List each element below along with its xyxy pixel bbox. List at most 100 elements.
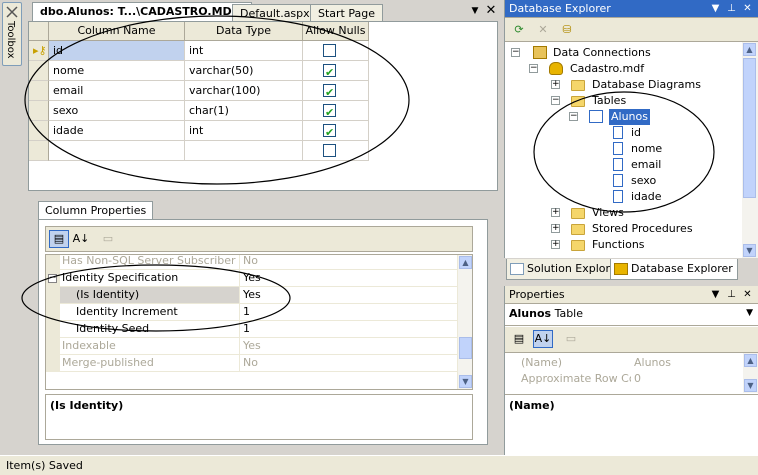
row-gutter: [46, 338, 60, 355]
column-name-cell[interactable]: email: [49, 81, 185, 101]
collapse-icon[interactable]: −: [551, 96, 560, 105]
tab-solution-explorer[interactable]: Solution Explorer: [506, 259, 627, 280]
data-type-cell[interactable]: char(1): [185, 101, 303, 121]
collapse-icon[interactable]: −: [48, 274, 57, 283]
properties-scrollbar[interactable]: ▲ ▼: [743, 353, 758, 393]
tab-label: Start Page: [318, 7, 375, 20]
property-row[interactable]: Has Non-SQL Server Subscriber No: [46, 255, 462, 270]
table-row[interactable]: sexo char(1): [29, 101, 369, 122]
connect-to-database-icon[interactable]: ⛁: [557, 21, 577, 39]
table-row[interactable]: [29, 141, 369, 161]
object-type: Table: [554, 307, 584, 320]
property-row[interactable]: (Name) Alunos: [505, 355, 743, 371]
close-icon[interactable]: ✕: [741, 288, 754, 301]
allow-nulls-cell: [303, 81, 369, 102]
allow-nulls-checkbox[interactable]: [323, 44, 336, 57]
property-value: No: [240, 355, 462, 372]
row-selector[interactable]: [29, 101, 49, 121]
property-value[interactable]: 1: [240, 321, 462, 338]
object-selector[interactable]: Alunos Table ▼: [505, 304, 758, 326]
property-row[interactable]: − Identity Specification Yes: [46, 270, 462, 287]
alphabetical-sort-icon[interactable]: A↓: [533, 330, 553, 348]
data-type-cell[interactable]: int: [185, 121, 303, 141]
row-selector[interactable]: [29, 141, 49, 161]
property-row[interactable]: Identity Seed 1: [46, 321, 462, 338]
property-value[interactable]: 1: [240, 304, 462, 321]
expand-icon[interactable]: +: [551, 224, 560, 233]
close-document-icon[interactable]: ✕: [484, 4, 498, 18]
expand-icon[interactable]: +: [551, 208, 560, 217]
alphabetical-sort-icon[interactable]: A↓: [71, 230, 91, 248]
dropdown-arrow-icon[interactable]: ▼: [746, 308, 753, 318]
categorized-icon[interactable]: ▤: [49, 230, 69, 248]
window-position-icon[interactable]: ▼: [709, 288, 722, 301]
tab-column-properties[interactable]: Column Properties: [38, 201, 154, 220]
property-value[interactable]: Yes: [240, 287, 462, 304]
toolbox-icon: [6, 6, 18, 18]
scroll-up-icon[interactable]: ▲: [744, 354, 757, 367]
allow-nulls-checkbox[interactable]: [323, 63, 336, 82]
column-name-cell[interactable]: sexo: [49, 101, 185, 121]
row-selector[interactable]: [29, 61, 49, 81]
column-name-cell[interactable]: nome: [49, 61, 185, 81]
property-row[interactable]: Merge-published No: [46, 355, 462, 372]
collapse-icon[interactable]: −: [529, 64, 538, 73]
column-name-cell[interactable]: idade: [49, 121, 185, 141]
row-gutter: [46, 255, 60, 270]
tab-database-explorer[interactable]: Database Explorer: [610, 259, 738, 280]
tab-list-arrow-icon[interactable]: ▼: [468, 4, 482, 18]
data-type-cell[interactable]: int: [185, 41, 303, 61]
scroll-thumb[interactable]: [743, 58, 756, 198]
column-name-cell[interactable]: [49, 141, 185, 161]
property-pages-icon[interactable]: ▭: [561, 330, 581, 348]
expand-icon[interactable]: +: [551, 240, 560, 249]
tab-default-aspx[interactable]: Default.aspx: [232, 4, 318, 22]
scroll-down-icon[interactable]: ▼: [744, 379, 757, 392]
allow-nulls-checkbox[interactable]: [323, 123, 336, 142]
property-scrollbar[interactable]: ▲ ▼: [457, 255, 472, 389]
allow-nulls-checkbox[interactable]: [323, 144, 336, 157]
collapse-icon[interactable]: −: [511, 48, 520, 57]
scroll-down-icon[interactable]: ▼: [459, 375, 472, 388]
row-selector[interactable]: ▸⚷: [29, 41, 49, 61]
window-position-icon[interactable]: ▼: [709, 2, 722, 15]
allow-nulls-checkbox[interactable]: [323, 103, 336, 122]
column-name-cell[interactable]: id: [49, 41, 185, 61]
tab-start-page[interactable]: Start Page: [310, 4, 383, 22]
scroll-up-icon[interactable]: ▲: [743, 43, 756, 56]
row-selector-header: [29, 22, 49, 41]
property-row[interactable]: Approximate Row Co 0: [505, 371, 743, 387]
scroll-up-icon[interactable]: ▲: [459, 256, 472, 269]
property-value: 0: [634, 372, 641, 385]
data-type-cell[interactable]: varchar(100): [185, 81, 303, 101]
allow-nulls-checkbox[interactable]: [323, 83, 336, 102]
row-selector[interactable]: [29, 121, 49, 141]
table-row[interactable]: nome varchar(50): [29, 61, 369, 82]
data-type-cell[interactable]: [185, 141, 303, 161]
pin-icon[interactable]: ⊥: [725, 288, 738, 301]
properties-title-bar[interactable]: Properties ▼ ⊥ ✕: [505, 286, 758, 304]
toolbox-tab[interactable]: Toolbox: [2, 2, 22, 66]
status-bar: Item(s) Saved: [0, 455, 758, 475]
table-row[interactable]: ▸⚷ id int: [29, 41, 369, 61]
property-row[interactable]: Identity Increment 1: [46, 304, 462, 321]
data-type-cell[interactable]: varchar(50): [185, 61, 303, 81]
collapse-icon[interactable]: −: [569, 112, 578, 121]
table-row[interactable]: email varchar(100): [29, 81, 369, 102]
row-selector[interactable]: [29, 81, 49, 101]
scroll-thumb[interactable]: [459, 337, 472, 359]
categorized-icon[interactable]: ▤: [509, 330, 529, 348]
close-icon[interactable]: ✕: [741, 2, 754, 15]
tree-scrollbar[interactable]: ▲ ▼: [742, 42, 758, 258]
tab-table-designer[interactable]: dbo.Alunos: T...\CADASTRO.MDF): [32, 2, 253, 22]
pin-icon[interactable]: ⊥: [725, 2, 738, 15]
property-row[interactable]: Indexable Yes: [46, 338, 462, 355]
expand-icon[interactable]: +: [551, 80, 560, 89]
scroll-down-icon[interactable]: ▼: [743, 244, 756, 257]
database-explorer-title-bar[interactable]: Database Explorer ▼ ⊥ ✕: [505, 0, 758, 18]
refresh-icon[interactable]: ⟳: [509, 21, 529, 39]
table-row[interactable]: idade int: [29, 121, 369, 142]
property-row[interactable]: (Is Identity) Yes: [46, 287, 462, 304]
stop-refresh-icon[interactable]: ✕: [533, 21, 553, 39]
property-pages-icon[interactable]: ▭: [98, 230, 118, 248]
